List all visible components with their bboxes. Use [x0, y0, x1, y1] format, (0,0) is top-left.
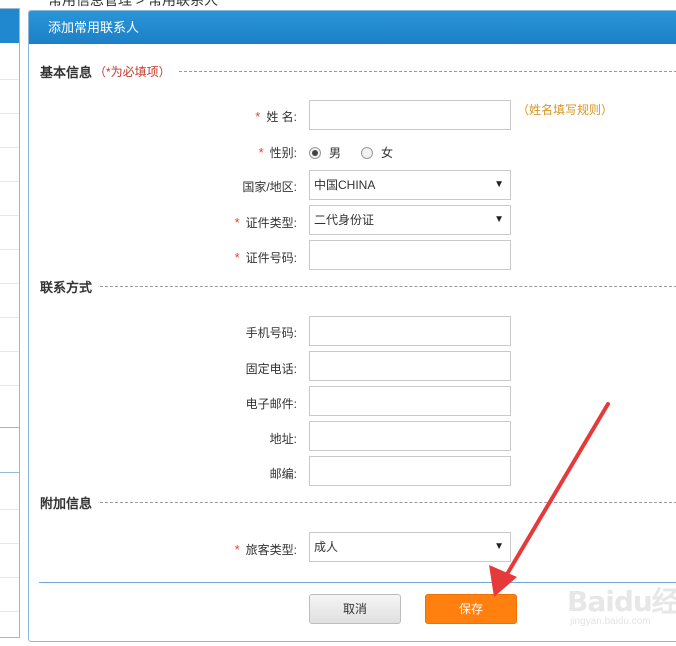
- gender-male-radio[interactable]: 男: [309, 144, 341, 161]
- phone-input[interactable]: [309, 351, 511, 381]
- section-contact: 联系方式: [40, 276, 676, 296]
- gender-male-label: 男: [329, 146, 342, 160]
- sidebar-divider: [0, 509, 19, 510]
- required-mark: *: [234, 542, 240, 557]
- section-title: 基本信息: [40, 64, 93, 80]
- id-number-label-text: 证件号码:: [245, 251, 297, 265]
- sidebar-divider: [0, 79, 19, 80]
- radio-checked-icon: [309, 146, 321, 159]
- name-label-text: 姓 名:: [266, 110, 297, 124]
- chevron-down-icon: ▼: [494, 179, 504, 190]
- sidebar-divider: [0, 577, 19, 578]
- gender-female-radio[interactable]: 女: [361, 144, 393, 161]
- sidebar-divider: [0, 385, 19, 386]
- sidebar-divider: [0, 249, 19, 250]
- phone-label: 固定电话:: [245, 362, 297, 376]
- chevron-down-icon: ▼: [494, 214, 504, 225]
- email-input[interactable]: [309, 386, 511, 416]
- breadcrumb: 常用信息管理 > 常用联系人: [48, 0, 218, 8]
- id-type-label-text: 证件类型:: [245, 216, 297, 230]
- sidebar-divider: [0, 351, 19, 352]
- required-mark: *: [255, 109, 261, 124]
- passenger-type-select-value: 成人: [314, 540, 339, 554]
- sidebar-divider: [0, 317, 19, 318]
- country-select[interactable]: 中国CHINA ▼: [309, 170, 511, 200]
- sidebar-divider: [0, 181, 19, 182]
- cancel-button[interactable]: 取消: [309, 594, 401, 624]
- sidebar-divider: [0, 611, 19, 612]
- id-number-label: * 证件号码:: [29, 249, 297, 266]
- section-divider: [100, 285, 676, 287]
- id-type-label: * 证件类型:: [29, 214, 297, 231]
- id-type-select[interactable]: 二代身份证 ▼: [309, 205, 511, 235]
- sidebar-item-active[interactable]: [0, 427, 19, 473]
- sidebar: [0, 8, 20, 638]
- gender-female-label: 女: [381, 146, 394, 160]
- email-label: 电子邮件:: [245, 397, 297, 411]
- postcode-label: 邮编:: [269, 467, 297, 481]
- save-button[interactable]: 保存: [425, 594, 517, 624]
- mobile-input[interactable]: [309, 316, 511, 346]
- address-label: 地址:: [269, 432, 297, 446]
- sidebar-divider: [0, 147, 19, 148]
- sidebar-divider: [0, 113, 19, 114]
- section-divider: [100, 501, 676, 503]
- panel-title: 添加常用联系人: [29, 11, 676, 44]
- section-title: 联系方式: [40, 279, 93, 295]
- required-mark: *: [258, 145, 264, 160]
- postcode-input[interactable]: [309, 456, 511, 486]
- sidebar-divider: [0, 543, 19, 544]
- sidebar-divider: [0, 215, 19, 216]
- footer-divider: [39, 582, 676, 583]
- address-input[interactable]: [309, 421, 511, 451]
- chevron-down-icon: ▼: [494, 541, 504, 552]
- name-input[interactable]: [309, 100, 511, 130]
- section-title: 附加信息: [40, 495, 93, 511]
- radio-unchecked-icon: [361, 146, 373, 159]
- add-contact-panel: 添加常用联系人 基本信息 （*为必填项） * 姓 名: （姓名填写规则） * 性别:…: [28, 10, 676, 642]
- passenger-type-label: * 旅客类型:: [29, 541, 297, 558]
- gender-label: * 性别:: [29, 144, 297, 161]
- gender-label-text: 性别:: [269, 146, 297, 160]
- name-label: * 姓 名:: [29, 108, 297, 125]
- section-extra: 附加信息: [40, 492, 676, 512]
- required-mark: *: [234, 215, 240, 230]
- section-divider: [178, 70, 676, 72]
- page: 常用信息管理 > 常用联系人 添加常用联系人 基本信息 （*为必填项） * 姓 名…: [0, 0, 676, 646]
- passenger-type-label-text: 旅客类型:: [245, 543, 297, 557]
- sidebar-divider: [0, 283, 19, 284]
- country-label: 国家/地区:: [242, 180, 297, 194]
- required-note: （*为必填项）: [94, 64, 171, 79]
- country-select-value: 中国CHINA: [314, 178, 376, 192]
- name-rules-link[interactable]: （姓名填写规则）: [517, 101, 613, 118]
- section-basic-info: 基本信息 （*为必填项）: [40, 61, 676, 81]
- mobile-label: 手机号码:: [245, 326, 297, 340]
- sidebar-header: [0, 9, 19, 43]
- id-number-input[interactable]: [309, 240, 511, 270]
- required-mark: *: [234, 250, 240, 265]
- passenger-type-select[interactable]: 成人 ▼: [309, 532, 511, 562]
- id-type-select-value: 二代身份证: [314, 213, 375, 227]
